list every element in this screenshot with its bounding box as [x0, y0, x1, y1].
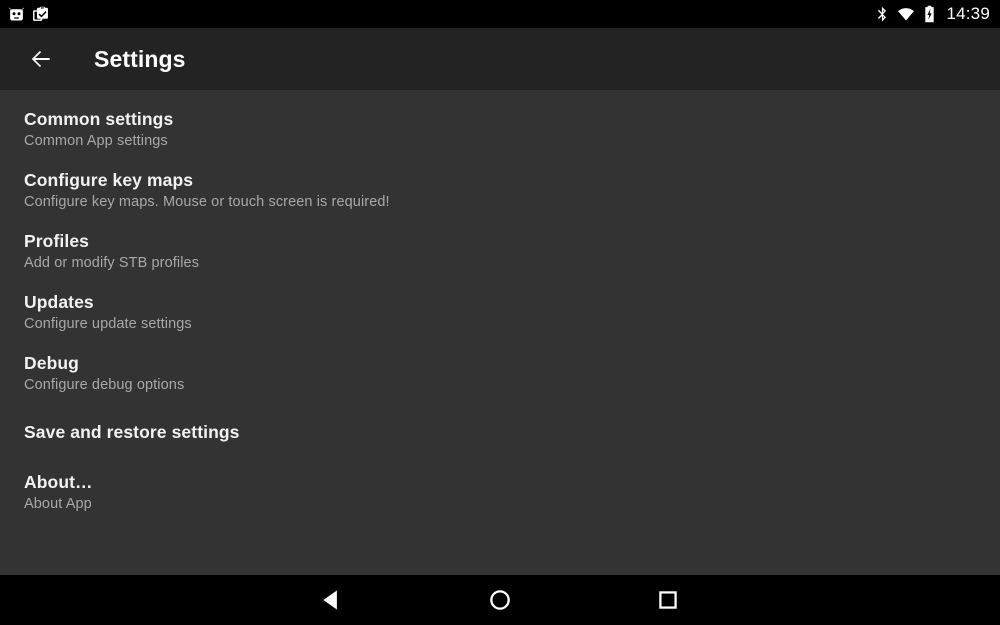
- settings-item-title: Updates: [24, 292, 94, 312]
- back-arrow-icon[interactable]: [24, 42, 58, 76]
- settings-list: Common settings Common App settings Config…: [0, 99, 1000, 523]
- status-bar-notification-icons: [8, 6, 49, 23]
- system-navigation-bar: [0, 575, 1000, 625]
- settings-item-title: About…: [24, 472, 93, 492]
- settings-item-title: Common settings: [24, 109, 174, 129]
- settings-item[interactable]: About… About App: [0, 462, 1000, 523]
- clipboard-check-icon: [32, 6, 49, 23]
- triangle-back-icon: [323, 590, 337, 610]
- page-title: Settings: [94, 45, 186, 72]
- android-settings-screen: 14:39 Settings Common settings Common App…: [0, 0, 1000, 625]
- settings-item[interactable]: Profiles Add or modify STB profiles: [0, 221, 1000, 282]
- settings-item[interactable]: Configure key maps Configure key maps. Mo…: [0, 160, 1000, 221]
- settings-item-title: Profiles: [24, 231, 89, 251]
- nav-back-button[interactable]: [248, 575, 416, 625]
- settings-item[interactable]: Debug Configure debug options: [0, 343, 1000, 404]
- settings-item-summary: Add or modify STB profiles: [24, 255, 200, 271]
- bluetooth-icon: [874, 6, 889, 23]
- status-bar-clock: 14:39: [946, 3, 990, 23]
- nav-home-button[interactable]: [416, 575, 584, 625]
- settings-content: Common settings Common App settings Config…: [0, 90, 1000, 575]
- settings-item-summary: Configure update settings: [24, 316, 192, 332]
- app-toolbar: Settings: [0, 28, 1000, 90]
- settings-item-summary: Configure debug options: [24, 377, 185, 393]
- battery-charging-icon: [923, 5, 936, 23]
- settings-item-title: Save and restore settings: [24, 422, 240, 442]
- settings-item-summary: About App: [24, 496, 92, 512]
- nav-recents-button[interactable]: [584, 575, 752, 625]
- wifi-icon: [896, 6, 916, 23]
- settings-item[interactable]: Save and restore settings: [0, 404, 1000, 462]
- status-bar: 14:39: [0, 0, 1000, 28]
- settings-item-summary: Common App settings: [24, 133, 168, 149]
- square-recents-icon: [659, 591, 677, 609]
- settings-item[interactable]: Common settings Common App settings: [0, 99, 1000, 160]
- settings-item-title: Configure key maps: [24, 170, 194, 190]
- settings-item-title: Debug: [24, 353, 79, 373]
- settings-item[interactable]: Updates Configure update settings: [0, 282, 1000, 343]
- status-bar-system-icons: 14:39: [874, 4, 990, 25]
- robot-face-icon: [8, 6, 25, 23]
- settings-item-summary: Configure key maps. Mouse or touch scree…: [24, 194, 390, 210]
- circle-home-icon: [490, 590, 510, 610]
